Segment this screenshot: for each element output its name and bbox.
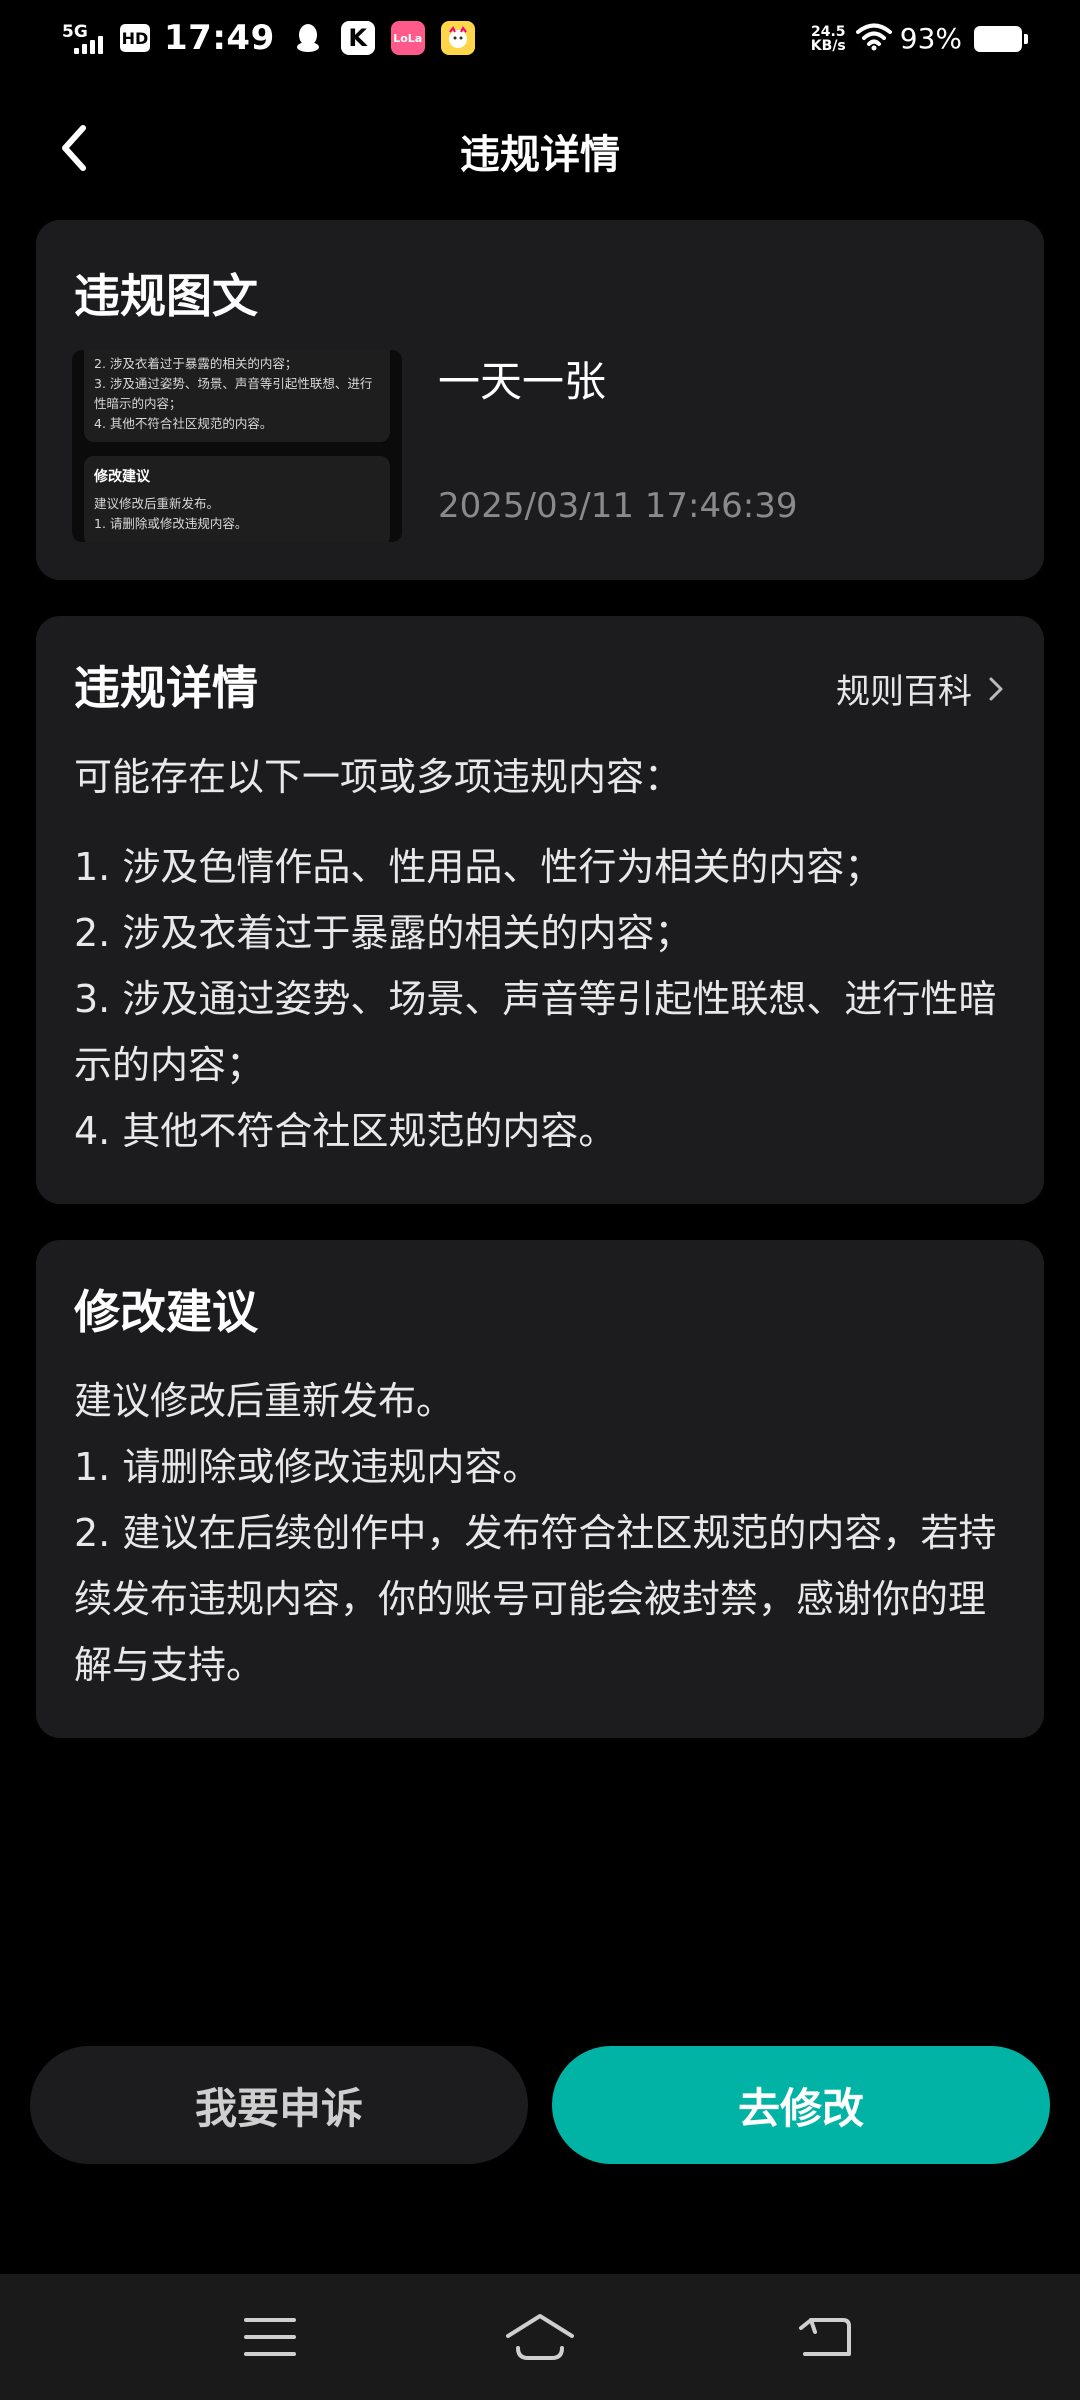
- rules-encyclopedia-link[interactable]: 规则百科: [836, 664, 1006, 713]
- lola-app-icon: LoLa: [390, 21, 425, 55]
- section-title: 修改建议: [74, 1285, 258, 1339]
- hd-icon: HD: [120, 24, 150, 52]
- system-nav-bar: [0, 2274, 1080, 2400]
- back-nav-button[interactable]: [784, 2304, 864, 2370]
- cat-app-icon: [440, 21, 475, 55]
- list-item: 2. 涉及衣着过于暴露的相关的内容；: [74, 911, 693, 955]
- k-app-icon: K: [340, 21, 375, 55]
- violation-list: 1. 涉及色情作品、性用品、性行为相关的内容； 2. 涉及衣着过于暴露的相关的内…: [74, 834, 1008, 1164]
- page-title: 违规详情: [460, 132, 620, 178]
- list-item: 建议修改后重新发布。: [74, 1379, 455, 1423]
- chevron-right-icon: [989, 677, 1003, 700]
- qq-icon: [291, 21, 325, 55]
- section-title: 违规图文: [74, 269, 258, 323]
- edit-button[interactable]: 去修改: [552, 2046, 1050, 2164]
- post-title: 一天一张: [438, 357, 607, 406]
- rules-link-label: 规则百科: [836, 672, 972, 712]
- violation-intro: 可能存在以下一项或多项违规内容：: [74, 755, 683, 799]
- post-timestamp: 2025/03/11 17:46:39: [438, 486, 798, 526]
- suggestions-card: 修改建议 建议修改后重新发布。 1. 请删除或修改违规内容。 2. 建议在后续创…: [36, 1240, 1044, 1738]
- status-bar: 5G HD 17:49 K LoLa 24.5 KB/s 93%: [0, 0, 1080, 84]
- section-title: 违规详情: [74, 661, 258, 715]
- network-speed: 24.5 KB/s: [810, 23, 846, 54]
- cellular-signal-icon: 5G: [60, 18, 110, 58]
- violation-details-card: 违规详情 规则百科 可能存在以下一项或多项违规内容： 1. 涉及色情作品、性用品…: [36, 616, 1044, 1204]
- list-item: 1. 请删除或修改违规内容。: [74, 1445, 541, 1489]
- violating-post-card: 违规图文 2. 涉及衣着过于暴露的相关的内容； 3. 涉及通过姿势、场景、声音等…: [36, 220, 1044, 580]
- list-item: 4. 其他不符合社区规范的内容。: [74, 1109, 617, 1153]
- list-item: 2. 建议在后续创作中，发布符合社区规范的内容，若持续发布违规内容，你的账号可能…: [74, 1511, 997, 1687]
- status-time: 17:49: [164, 18, 275, 58]
- menu-button[interactable]: [230, 2304, 310, 2370]
- wifi-icon: [855, 23, 892, 55]
- header: 违规详情: [0, 100, 1080, 196]
- home-button[interactable]: [500, 2304, 580, 2370]
- back-icon: [799, 2318, 851, 2356]
- home-icon: [506, 2314, 574, 2360]
- battery-icon: [974, 25, 1028, 52]
- list-item: 3. 涉及通过姿势、场景、声音等引起性联想、进行性暗示的内容；: [74, 977, 997, 1087]
- suggestions-text: 建议修改后重新发布。 1. 请删除或修改违规内容。 2. 建议在后续创作中，发布…: [74, 1368, 1008, 1698]
- battery-percent: 93%: [899, 22, 962, 55]
- post-thumbnail[interactable]: 2. 涉及衣着过于暴露的相关的内容； 3. 涉及通过姿势、场景、声音等引起性联想…: [72, 350, 402, 542]
- menu-icon: [244, 2318, 296, 2356]
- list-item: 1. 涉及色情作品、性用品、性行为相关的内容；: [74, 845, 883, 889]
- appeal-button[interactable]: 我要申诉: [30, 2046, 528, 2164]
